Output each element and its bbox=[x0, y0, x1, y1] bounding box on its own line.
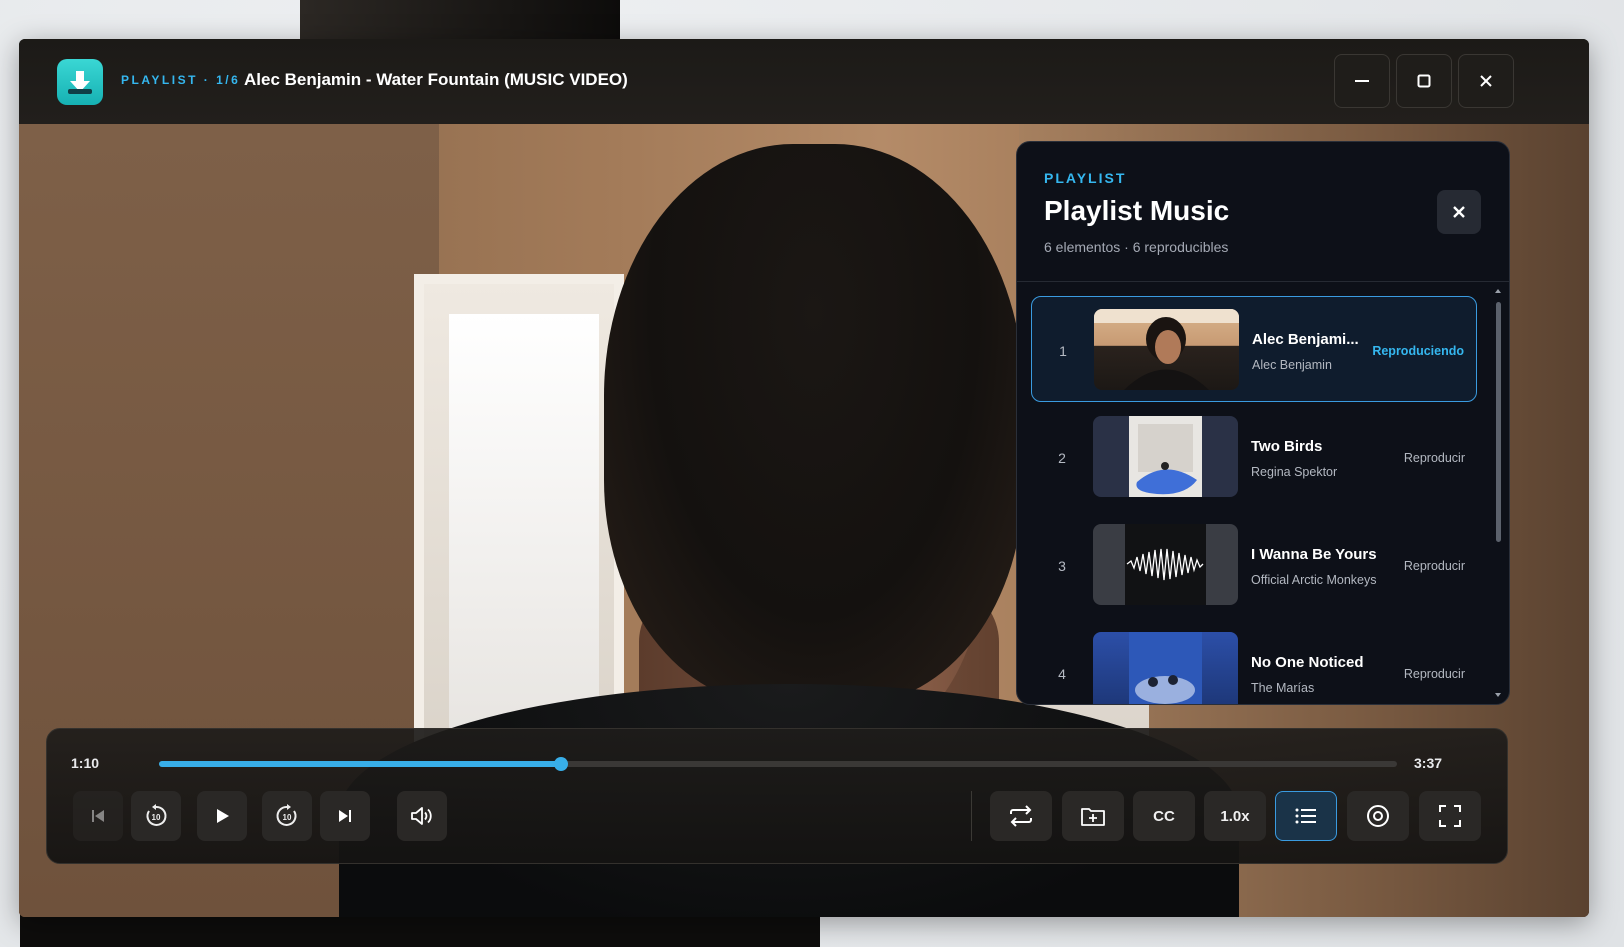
item-title: Two Birds bbox=[1251, 438, 1323, 455]
playlist-summary: 6 elementos · 6 reproducibles bbox=[1044, 239, 1229, 255]
rewind-10-icon: 10 bbox=[146, 804, 167, 826]
item-artist: Regina Spektor bbox=[1251, 465, 1338, 479]
scrollbar-thumb[interactable] bbox=[1496, 302, 1501, 542]
close-icon bbox=[1453, 206, 1465, 218]
playlist-panel: PLAYLIST Playlist Music 6 elementos · 6 … bbox=[1016, 141, 1510, 705]
forward-10-icon: 10 bbox=[276, 804, 297, 826]
playlist-item[interactable]: 4 No One Noticed The Marías Reproducir bbox=[1031, 620, 1477, 704]
scroll-up-icon[interactable] bbox=[1493, 286, 1503, 296]
add-to-playlist-button[interactable] bbox=[1062, 791, 1124, 841]
item-thumbnail bbox=[1094, 309, 1239, 390]
svg-text:10: 10 bbox=[283, 813, 292, 822]
video-person-hair bbox=[604, 144, 1024, 704]
item-thumbnail bbox=[1093, 524, 1238, 605]
item-title: Alec Benjami... bbox=[1252, 331, 1359, 348]
skip-next-icon bbox=[339, 810, 351, 822]
minimize-button[interactable] bbox=[1334, 54, 1390, 108]
next-button[interactable] bbox=[320, 791, 370, 841]
playlist-item[interactable]: 2 Two Birds Regina Spektor Reproducir bbox=[1031, 404, 1477, 510]
item-status: Reproducir bbox=[1403, 559, 1465, 573]
item-number: 2 bbox=[1058, 450, 1066, 466]
item-title: I Wanna Be Yours bbox=[1251, 546, 1377, 563]
item-thumbnail bbox=[1093, 632, 1238, 704]
seek-bar[interactable] bbox=[159, 757, 1397, 771]
scroll-down-icon[interactable] bbox=[1493, 690, 1503, 700]
playlist-close-button[interactable] bbox=[1437, 190, 1481, 234]
playlist-item[interactable]: 3 I Wanna Be Yours Official Arctic Monke… bbox=[1031, 512, 1477, 618]
title-bar: PLAYLIST · 1/6 Alec Benjamin - Water Fou… bbox=[19, 39, 1589, 124]
seek-handle[interactable] bbox=[554, 757, 569, 771]
control-bar: 1:10 3:37 10 10 CC 1.0x bbox=[46, 728, 1508, 864]
playlist-kicker: PLAYLIST bbox=[1044, 170, 1127, 186]
previous-button[interactable] bbox=[73, 791, 123, 841]
item-number: 3 bbox=[1058, 558, 1066, 574]
play-icon bbox=[217, 809, 229, 823]
playlist-divider bbox=[1017, 281, 1509, 282]
item-status: Reproducir bbox=[1403, 451, 1465, 465]
current-time: 1:10 bbox=[71, 755, 100, 771]
repeat-icon bbox=[1010, 805, 1032, 827]
close-button[interactable] bbox=[1458, 54, 1514, 108]
list-icon bbox=[1295, 808, 1316, 824]
item-status: Reproducir bbox=[1403, 667, 1465, 681]
item-artist: Official Arctic Monkeys bbox=[1251, 573, 1377, 587]
fullscreen-icon bbox=[1439, 805, 1461, 827]
player-window: PLAYLIST · 1/6 Alec Benjamin - Water Fou… bbox=[19, 39, 1589, 917]
video-title: Alec Benjamin - Water Fountain (MUSIC VI… bbox=[244, 70, 628, 89]
close-icon bbox=[1480, 75, 1492, 87]
volume-button[interactable] bbox=[397, 791, 447, 841]
repeat-button[interactable] bbox=[990, 791, 1052, 841]
app-logo-icon bbox=[57, 59, 103, 105]
seek-bar-progress bbox=[159, 761, 562, 767]
playback-speed-button[interactable]: 1.0x bbox=[1204, 791, 1266, 841]
gear-icon bbox=[1367, 805, 1389, 827]
playlist-toggle-button[interactable] bbox=[1275, 791, 1337, 841]
playlist-scrollbar[interactable] bbox=[1493, 286, 1503, 700]
item-number: 1 bbox=[1059, 343, 1067, 359]
controls-divider bbox=[971, 791, 972, 841]
duration: 3:37 bbox=[1414, 755, 1443, 771]
item-status: Reproduciendo bbox=[1372, 344, 1464, 358]
playlist-position-label: PLAYLIST · 1/6 bbox=[121, 73, 241, 87]
minimize-icon bbox=[1355, 80, 1369, 82]
item-title: No One Noticed bbox=[1251, 654, 1364, 671]
maximize-icon bbox=[1417, 74, 1431, 88]
svg-text:10: 10 bbox=[152, 813, 161, 822]
item-thumbnail bbox=[1093, 416, 1238, 497]
playlist-item[interactable]: 1 Alec Benjami... Alec Benjamin Reproduc… bbox=[1031, 296, 1477, 402]
forward-10-button[interactable]: 10 bbox=[262, 791, 312, 841]
captions-label: CC bbox=[1153, 807, 1175, 825]
maximize-button[interactable] bbox=[1396, 54, 1452, 108]
item-artist: Alec Benjamin bbox=[1252, 358, 1332, 372]
playback-speed-label: 1.0x bbox=[1220, 807, 1250, 825]
settings-button[interactable] bbox=[1347, 791, 1409, 841]
folder-add-icon bbox=[1081, 808, 1105, 826]
playlist-title: Playlist Music bbox=[1044, 195, 1230, 226]
skip-previous-icon bbox=[92, 810, 104, 822]
captions-button[interactable]: CC bbox=[1133, 791, 1195, 841]
volume-icon bbox=[411, 807, 432, 825]
item-artist: The Marías bbox=[1251, 681, 1315, 695]
fullscreen-button[interactable] bbox=[1419, 791, 1481, 841]
item-number: 4 bbox=[1058, 666, 1066, 682]
play-button[interactable] bbox=[197, 791, 247, 841]
rewind-10-button[interactable]: 10 bbox=[131, 791, 181, 841]
